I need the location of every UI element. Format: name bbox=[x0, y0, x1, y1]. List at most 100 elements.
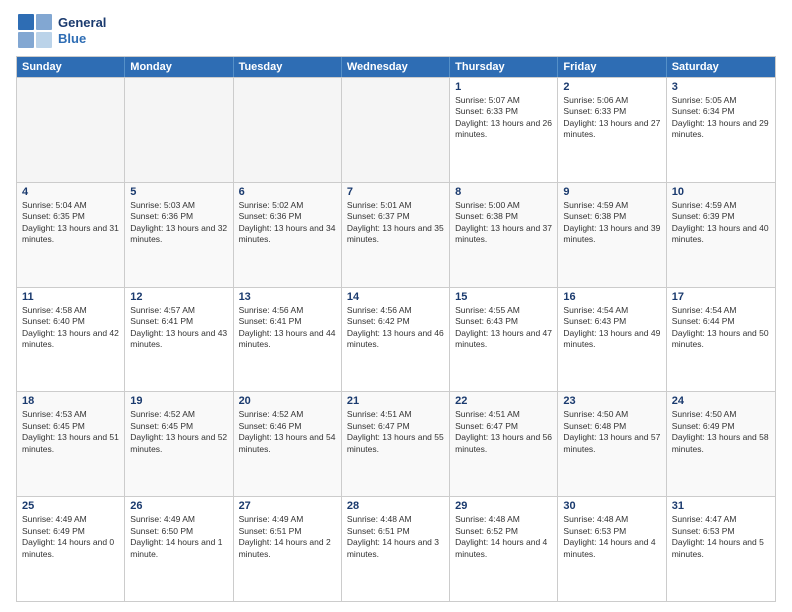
day-number: 2 bbox=[563, 81, 660, 93]
page: General Blue SundayMondayTuesdayWednesda… bbox=[0, 0, 792, 612]
calendar-cell: 12 Sunrise: 4:57 AMSunset: 6:41 PMDayligh… bbox=[125, 288, 233, 392]
cell-text: Sunrise: 4:55 AMSunset: 6:43 PMDaylight:… bbox=[455, 305, 552, 351]
header-day-thursday: Thursday bbox=[450, 57, 558, 77]
calendar-cell: 19Sunrise: 4:52 AMSunset: 6:45 PMDayligh… bbox=[125, 392, 233, 496]
cell-text: Sunrise: 4:48 AMSunset: 6:51 PMDaylight:… bbox=[347, 514, 444, 560]
calendar-cell: 27 Sunrise: 4:49 AMSunset: 6:51 PMDayligh… bbox=[234, 497, 342, 601]
calendar-cell: 23 Sunrise: 4:50 AMSunset: 6:48 PMDayligh… bbox=[558, 392, 666, 496]
calendar-cell: 13 Sunrise: 4:56 AMSunset: 6:41 PMDayligh… bbox=[234, 288, 342, 392]
calendar-cell: 18 Sunrise: 4:53 AMSunset: 6:45 PMDayligh… bbox=[17, 392, 125, 496]
day-number: 17 bbox=[672, 291, 770, 303]
logo-text: General Blue bbox=[58, 15, 106, 46]
cell-text: Sunrise: 4:49 AMSunset: 6:51 PMDaylight:… bbox=[239, 514, 336, 560]
day-number: 27 bbox=[239, 500, 336, 512]
day-number: 16 bbox=[563, 291, 660, 303]
cell-text: Sunrise: 5:01 AMSunset: 6:37 PMDaylight:… bbox=[347, 200, 444, 246]
cell-text: Sunrise: 5:00 AMSunset: 6:38 PMDaylight:… bbox=[455, 200, 552, 246]
cell-text: Sunrise: 5:03 AMSunset: 6:36 PMDaylight:… bbox=[130, 200, 227, 246]
calendar-cell: 2 Sunrise: 5:06 AMSunset: 6:33 PMDaylight… bbox=[558, 78, 666, 182]
cell-text: Sunrise: 4:54 AMSunset: 6:43 PMDaylight:… bbox=[563, 305, 660, 351]
day-number: 23 bbox=[563, 395, 660, 407]
day-number: 24 bbox=[672, 395, 770, 407]
cell-text: Sunrise: 4:51 AMSunset: 6:47 PMDaylight:… bbox=[347, 409, 444, 455]
cell-text: Sunrise: 4:59 AMSunset: 6:39 PMDaylight:… bbox=[672, 200, 770, 246]
day-number: 20 bbox=[239, 395, 336, 407]
cell-text: Sunrise: 5:04 AMSunset: 6:35 PMDaylight:… bbox=[22, 200, 119, 246]
header-day-sunday: Sunday bbox=[17, 57, 125, 77]
day-number: 13 bbox=[239, 291, 336, 303]
header-day-monday: Monday bbox=[125, 57, 233, 77]
cell-text: Sunrise: 4:47 AMSunset: 6:53 PMDaylight:… bbox=[672, 514, 770, 560]
calendar-header: SundayMondayTuesdayWednesdayThursdayFrid… bbox=[17, 57, 775, 77]
cell-text: Sunrise: 4:52 AMSunset: 6:46 PMDaylight:… bbox=[239, 409, 336, 455]
calendar-cell: 4 Sunrise: 5:04 AMSunset: 6:35 PMDaylight… bbox=[17, 183, 125, 287]
header-day-wednesday: Wednesday bbox=[342, 57, 450, 77]
day-number: 6 bbox=[239, 186, 336, 198]
calendar-cell: 6 Sunrise: 5:02 AMSunset: 6:36 PMDaylight… bbox=[234, 183, 342, 287]
header-day-friday: Friday bbox=[558, 57, 666, 77]
calendar-cell: 9 Sunrise: 4:59 AMSunset: 6:38 PMDaylight… bbox=[558, 183, 666, 287]
cell-text: Sunrise: 4:53 AMSunset: 6:45 PMDaylight:… bbox=[22, 409, 119, 455]
day-number: 7 bbox=[347, 186, 444, 198]
day-number: 10 bbox=[672, 186, 770, 198]
day-number: 29 bbox=[455, 500, 552, 512]
calendar-cell bbox=[125, 78, 233, 182]
cell-text: Sunrise: 4:56 AMSunset: 6:41 PMDaylight:… bbox=[239, 305, 336, 351]
cell-text: Sunrise: 5:06 AMSunset: 6:33 PMDaylight:… bbox=[563, 95, 660, 141]
cell-text: Sunrise: 4:48 AMSunset: 6:52 PMDaylight:… bbox=[455, 514, 552, 560]
cell-text: Sunrise: 4:50 AMSunset: 6:48 PMDaylight:… bbox=[563, 409, 660, 455]
cell-text: Sunrise: 4:51 AMSunset: 6:47 PMDaylight:… bbox=[455, 409, 552, 455]
cell-text: Sunrise: 4:58 AMSunset: 6:40 PMDaylight:… bbox=[22, 305, 119, 351]
calendar-cell: 7 Sunrise: 5:01 AMSunset: 6:37 PMDaylight… bbox=[342, 183, 450, 287]
calendar-cell: 14Sunrise: 4:56 AMSunset: 6:42 PMDayligh… bbox=[342, 288, 450, 392]
logo-line1: General bbox=[58, 15, 106, 31]
calendar-cell: 24 Sunrise: 4:50 AMSunset: 6:49 PMDayligh… bbox=[667, 392, 775, 496]
cell-text: Sunrise: 5:07 AMSunset: 6:33 PMDaylight:… bbox=[455, 95, 552, 141]
calendar-cell: 26 Sunrise: 4:49 AMSunset: 6:50 PMDayligh… bbox=[125, 497, 233, 601]
day-number: 15 bbox=[455, 291, 552, 303]
day-number: 4 bbox=[22, 186, 119, 198]
calendar-cell: 11Sunrise: 4:58 AMSunset: 6:40 PMDayligh… bbox=[17, 288, 125, 392]
header-day-tuesday: Tuesday bbox=[234, 57, 342, 77]
day-number: 25 bbox=[22, 500, 119, 512]
cell-text: Sunrise: 4:54 AMSunset: 6:44 PMDaylight:… bbox=[672, 305, 770, 351]
cell-text: Sunrise: 4:57 AMSunset: 6:41 PMDaylight:… bbox=[130, 305, 227, 351]
day-number: 19 bbox=[130, 395, 227, 407]
calendar-row: 11Sunrise: 4:58 AMSunset: 6:40 PMDayligh… bbox=[17, 287, 775, 392]
calendar-cell: 20 Sunrise: 4:52 AMSunset: 6:46 PMDayligh… bbox=[234, 392, 342, 496]
logo-svg bbox=[16, 12, 54, 50]
day-number: 22 bbox=[455, 395, 552, 407]
cell-text: Sunrise: 5:02 AMSunset: 6:36 PMDaylight:… bbox=[239, 200, 336, 246]
day-number: 18 bbox=[22, 395, 119, 407]
calendar-row: 25 Sunrise: 4:49 AMSunset: 6:49 PMDayligh… bbox=[17, 496, 775, 601]
logo-line2: Blue bbox=[58, 31, 106, 47]
calendar-cell: 28Sunrise: 4:48 AMSunset: 6:51 PMDayligh… bbox=[342, 497, 450, 601]
calendar-cell: 17 Sunrise: 4:54 AMSunset: 6:44 PMDayligh… bbox=[667, 288, 775, 392]
header-day-saturday: Saturday bbox=[667, 57, 775, 77]
logo: General Blue bbox=[16, 12, 106, 50]
cell-text: Sunrise: 4:56 AMSunset: 6:42 PMDaylight:… bbox=[347, 305, 444, 351]
calendar-cell: 21 Sunrise: 4:51 AMSunset: 6:47 PMDayligh… bbox=[342, 392, 450, 496]
day-number: 5 bbox=[130, 186, 227, 198]
cell-text: Sunrise: 4:49 AMSunset: 6:50 PMDaylight:… bbox=[130, 514, 227, 560]
day-number: 12 bbox=[130, 291, 227, 303]
calendar-cell: 22 Sunrise: 4:51 AMSunset: 6:47 PMDayligh… bbox=[450, 392, 558, 496]
cell-text: Sunrise: 4:59 AMSunset: 6:38 PMDaylight:… bbox=[563, 200, 660, 246]
day-number: 1 bbox=[455, 81, 552, 93]
calendar-cell: 15 Sunrise: 4:55 AMSunset: 6:43 PMDayligh… bbox=[450, 288, 558, 392]
calendar-cell: 31Sunrise: 4:47 AMSunset: 6:53 PMDayligh… bbox=[667, 497, 775, 601]
day-number: 26 bbox=[130, 500, 227, 512]
calendar-body: 1 Sunrise: 5:07 AMSunset: 6:33 PMDaylight… bbox=[17, 77, 775, 601]
calendar-row: 4 Sunrise: 5:04 AMSunset: 6:35 PMDaylight… bbox=[17, 182, 775, 287]
cell-text: Sunrise: 4:49 AMSunset: 6:49 PMDaylight:… bbox=[22, 514, 119, 560]
calendar-cell: 5 Sunrise: 5:03 AMSunset: 6:36 PMDaylight… bbox=[125, 183, 233, 287]
day-number: 21 bbox=[347, 395, 444, 407]
cell-text: Sunrise: 4:50 AMSunset: 6:49 PMDaylight:… bbox=[672, 409, 770, 455]
calendar: SundayMondayTuesdayWednesdayThursdayFrid… bbox=[16, 56, 776, 602]
calendar-row: 1 Sunrise: 5:07 AMSunset: 6:33 PMDaylight… bbox=[17, 77, 775, 182]
calendar-cell: 16 Sunrise: 4:54 AMSunset: 6:43 PMDayligh… bbox=[558, 288, 666, 392]
calendar-cell: 29 Sunrise: 4:48 AMSunset: 6:52 PMDayligh… bbox=[450, 497, 558, 601]
calendar-cell: 3Sunrise: 5:05 AMSunset: 6:34 PMDaylight… bbox=[667, 78, 775, 182]
calendar-cell: 10 Sunrise: 4:59 AMSunset: 6:39 PMDayligh… bbox=[667, 183, 775, 287]
day-number: 9 bbox=[563, 186, 660, 198]
